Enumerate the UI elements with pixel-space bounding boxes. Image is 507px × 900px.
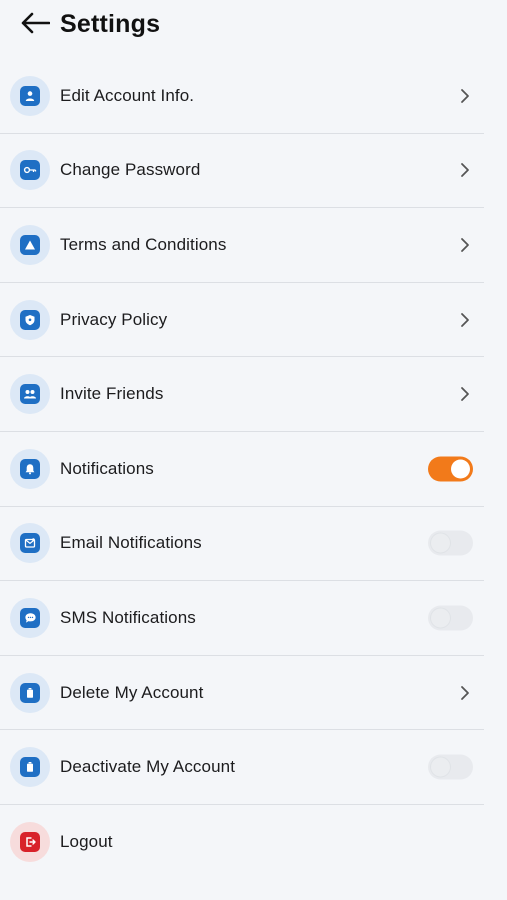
invite-icon-badge	[10, 374, 50, 415]
settings-item-deactivate-account: Deactivate My Account	[0, 730, 484, 805]
settings-item-label: Email Notifications	[60, 533, 202, 553]
email-notifications-icon-badge	[10, 523, 50, 564]
trash-icon	[20, 757, 40, 778]
email-notifications-toggle[interactable]	[428, 530, 473, 556]
deactivate-account-icon-badge	[10, 747, 50, 788]
notifications-icon-badge	[10, 448, 50, 489]
settings-item-terms[interactable]: Terms and Conditions	[0, 208, 484, 283]
settings-item-label: Change Password	[60, 160, 201, 180]
key-icon	[20, 160, 40, 181]
settings-item-edit-account[interactable]: Edit Account Info.	[0, 59, 484, 134]
settings-item-label: Notifications	[60, 458, 154, 478]
toggle-knob	[451, 459, 470, 479]
settings-item-label: Privacy Policy	[60, 309, 168, 329]
chevron-right-icon	[458, 87, 472, 105]
sms-notifications-icon-badge	[10, 597, 50, 638]
settings-item-label: Deactivate My Account	[60, 757, 236, 777]
settings-item-sms-notifications: SMS Notifications	[0, 581, 484, 656]
settings-item-notifications: Notifications	[0, 432, 484, 507]
toggle-knob	[431, 608, 450, 628]
delete-account-icon-badge	[10, 672, 50, 713]
logout-icon	[20, 832, 40, 853]
trash-icon	[20, 682, 40, 703]
settings-item-label: Delete My Account	[60, 682, 204, 702]
chevron-right-icon	[458, 161, 472, 179]
edit-account-icon-badge	[10, 75, 50, 116]
settings-item-email-notifications: Email Notifications	[0, 507, 484, 582]
shield-icon	[20, 309, 40, 330]
user-icon	[20, 85, 40, 106]
users-icon	[20, 384, 40, 405]
notifications-toggle[interactable]	[428, 456, 473, 482]
terms-icon-badge	[10, 224, 50, 265]
settings-item-delete-account[interactable]: Delete My Account	[0, 656, 484, 731]
settings-item-logout[interactable]: Logout	[0, 805, 484, 880]
privacy-icon-badge	[10, 299, 50, 340]
chevron-right-icon	[458, 385, 472, 403]
logout-icon-badge	[10, 822, 50, 863]
settings-item-label: Edit Account Info.	[60, 85, 195, 105]
mail-icon	[20, 533, 40, 554]
settings-item-label: Invite Friends	[60, 384, 164, 404]
chevron-right-icon	[458, 311, 472, 329]
back-button[interactable]	[18, 10, 52, 40]
arrow-left-icon	[20, 12, 51, 39]
change-password-icon-badge	[10, 150, 50, 191]
page-title: Settings	[60, 10, 161, 38]
chat-icon	[20, 607, 40, 628]
header: Settings	[0, 0, 507, 52]
chevron-right-icon	[458, 236, 472, 254]
warning-icon	[20, 234, 40, 255]
settings-item-change-password[interactable]: Change Password	[0, 134, 484, 209]
settings-screen: Settings Edit Account Info. Change Passw…	[0, 0, 507, 900]
toggle-knob	[431, 757, 450, 777]
settings-item-label: Terms and Conditions	[60, 234, 227, 254]
sms-notifications-toggle[interactable]	[428, 605, 473, 631]
settings-item-invite-friends[interactable]: Invite Friends	[0, 357, 484, 432]
settings-item-label: SMS Notifications	[60, 607, 196, 627]
toggle-knob	[431, 533, 450, 553]
bell-icon	[20, 458, 40, 479]
deactivate-account-toggle[interactable]	[428, 754, 473, 780]
settings-item-privacy-policy[interactable]: Privacy Policy	[0, 283, 484, 358]
settings-item-label: Logout	[60, 832, 113, 852]
chevron-right-icon	[458, 684, 472, 702]
settings-list: Edit Account Info. Change Password Terms…	[0, 59, 484, 880]
